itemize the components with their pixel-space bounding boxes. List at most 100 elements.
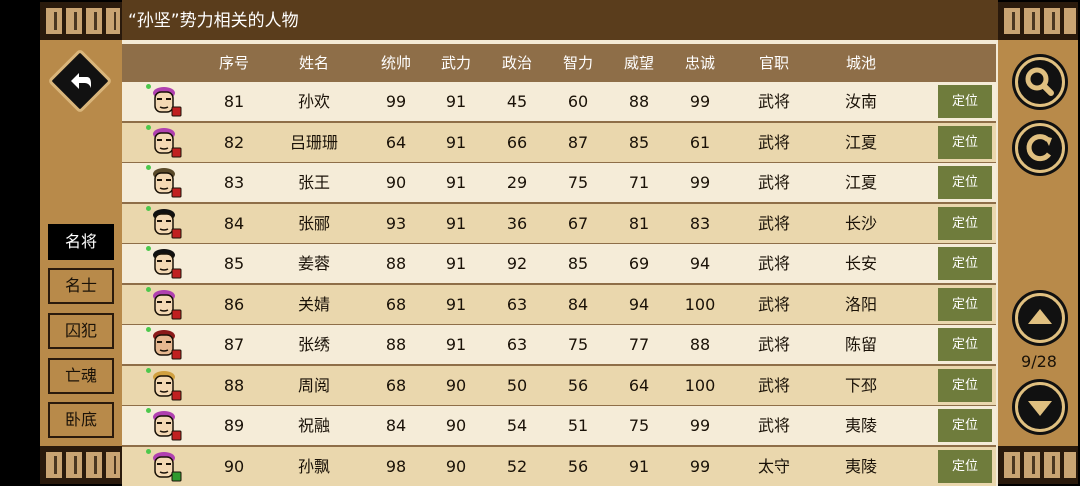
cell-name: 关婧	[297, 294, 330, 314]
cell-name: 姜蓉	[297, 254, 330, 273]
cell-cmd: 99	[385, 92, 407, 111]
locate-button[interactable]: 定位	[938, 287, 992, 321]
cell-cmd: 68	[385, 375, 407, 395]
cell-rank: 太守	[757, 456, 790, 476]
decorative-border-top-left	[40, 2, 122, 40]
cell-war: 91	[445, 173, 467, 192]
portrait-icon	[153, 87, 182, 117]
cell-rank: 武将	[757, 132, 790, 152]
cell-loyal: 99	[689, 416, 711, 435]
header-loyalty: 忠诚	[684, 54, 715, 72]
cell-city: 夷陵	[844, 456, 877, 476]
cell-loyal: 61	[689, 132, 711, 152]
cell-no: 89	[223, 416, 245, 435]
cell-int: 75	[567, 173, 589, 192]
locate-button[interactable]: 定位	[938, 247, 992, 280]
cell-war: 90	[445, 456, 467, 476]
cell-loyal: 100	[684, 294, 716, 314]
cell-name: 孙飘	[297, 456, 330, 476]
side-tab-1[interactable]: 名士	[48, 268, 114, 304]
header-intelligence: 智力	[562, 54, 593, 72]
locate-button[interactable]: 定位	[938, 85, 992, 118]
cell-no: 82	[223, 132, 245, 152]
cell-loyal: 99	[689, 92, 711, 111]
cell-fame: 64	[628, 375, 650, 395]
portrait-icon	[153, 208, 182, 238]
cell-cmd: 88	[385, 254, 407, 273]
cell-city: 江夏	[844, 173, 877, 192]
cell-no: 86	[223, 294, 245, 314]
refresh-button[interactable]	[1015, 123, 1065, 173]
cell-fame: 81	[628, 213, 650, 233]
locate-button[interactable]: 定位	[938, 125, 992, 159]
cell-cmd: 64	[385, 132, 407, 152]
cell-city: 长沙	[844, 213, 877, 233]
side-tab-4[interactable]: 卧底	[48, 402, 114, 438]
side-tab-2[interactable]: 囚犯	[48, 313, 114, 349]
cell-loyal: 99	[689, 456, 711, 476]
cell-int: 60	[567, 92, 589, 111]
cell-int: 85	[567, 254, 589, 273]
cell-loyal: 94	[689, 254, 711, 273]
page-up-button[interactable]	[1015, 293, 1065, 343]
left-margin	[0, 0, 40, 486]
cell-war: 91	[445, 213, 467, 233]
character-table: 序号 姓名 统帅 武力 政治 智力 威望 忠诚 官职 城池 81 孙欢 99 91 45…	[122, 40, 998, 486]
cell-war: 91	[445, 254, 467, 273]
header-war: 武力	[440, 54, 471, 72]
refresh-icon	[1026, 134, 1052, 162]
portrait-icon	[153, 289, 182, 319]
search-icon	[1025, 67, 1054, 96]
down-arrow-icon	[1028, 401, 1052, 416]
decorative-border-top-right	[998, 2, 1078, 40]
portrait-icon	[153, 168, 182, 198]
cell-fame: 88	[628, 92, 650, 111]
table-row: 90 孙飘 98 90 52 56 91 99 太守 夷陵 定位	[122, 446, 996, 486]
portrait-icon	[153, 451, 182, 481]
locate-button[interactable]: 定位	[938, 206, 992, 240]
portrait-icon	[153, 127, 182, 157]
locate-button[interactable]: 定位	[938, 368, 992, 402]
decorative-border-bottom-right	[998, 446, 1078, 484]
portrait-icon	[153, 411, 182, 441]
cell-int: 67	[567, 213, 589, 233]
table-header: 序号 姓名 统帅 武力 政治 智力 威望 忠诚 官职 城池	[122, 44, 996, 82]
cell-no: 88	[223, 375, 245, 395]
cell-war: 91	[445, 335, 467, 354]
side-tab-0[interactable]: 名将	[48, 224, 114, 260]
table-row: 84 张郦 93 91 36 67 81 83 武将 长沙 定位	[122, 203, 996, 243]
page-down-button[interactable]	[1015, 382, 1065, 432]
header-no: 序号	[218, 54, 249, 72]
cell-loyal: 100	[684, 375, 716, 395]
locate-button[interactable]: 定位	[938, 449, 992, 483]
locate-button[interactable]: 定位	[938, 409, 992, 442]
cell-city: 汝南	[844, 92, 877, 111]
cell-loyal: 88	[689, 335, 711, 354]
cell-name: 孙欢	[297, 92, 330, 111]
table-row: 88 周阅 68 90 50 56 64 100 武将 下邳 定位	[122, 365, 996, 405]
header-politics: 政治	[501, 54, 532, 72]
page-indicator: 9/28	[1021, 352, 1057, 371]
cell-pol: 52	[506, 456, 528, 476]
cell-name: 张绣	[297, 335, 330, 354]
cell-rank: 武将	[757, 254, 790, 273]
cell-city: 江夏	[844, 132, 877, 152]
locate-button[interactable]: 定位	[938, 328, 992, 361]
cell-name: 张郦	[297, 213, 330, 233]
table-row: 82 吕珊珊 64 91 66 87 85 61 武将 江夏 定位	[122, 122, 996, 162]
cell-no: 84	[223, 213, 245, 233]
cell-name: 周阅	[297, 375, 330, 395]
cell-cmd: 98	[385, 456, 407, 476]
cell-pol: 92	[506, 254, 528, 273]
side-tab-3[interactable]: 亡魂	[48, 358, 114, 394]
cell-war: 91	[445, 92, 467, 111]
portrait-icon	[153, 249, 182, 279]
cell-loyal: 99	[689, 173, 711, 192]
table-row: 86 关婧 68 91 63 84 94 100 武将 洛阳 定位	[122, 284, 996, 324]
cell-no: 83	[223, 173, 245, 192]
decorative-border-bottom-left	[40, 446, 122, 484]
cell-int: 56	[567, 456, 589, 476]
search-button[interactable]	[1015, 57, 1065, 107]
locate-button[interactable]: 定位	[938, 166, 992, 199]
cell-pol: 66	[506, 132, 528, 152]
